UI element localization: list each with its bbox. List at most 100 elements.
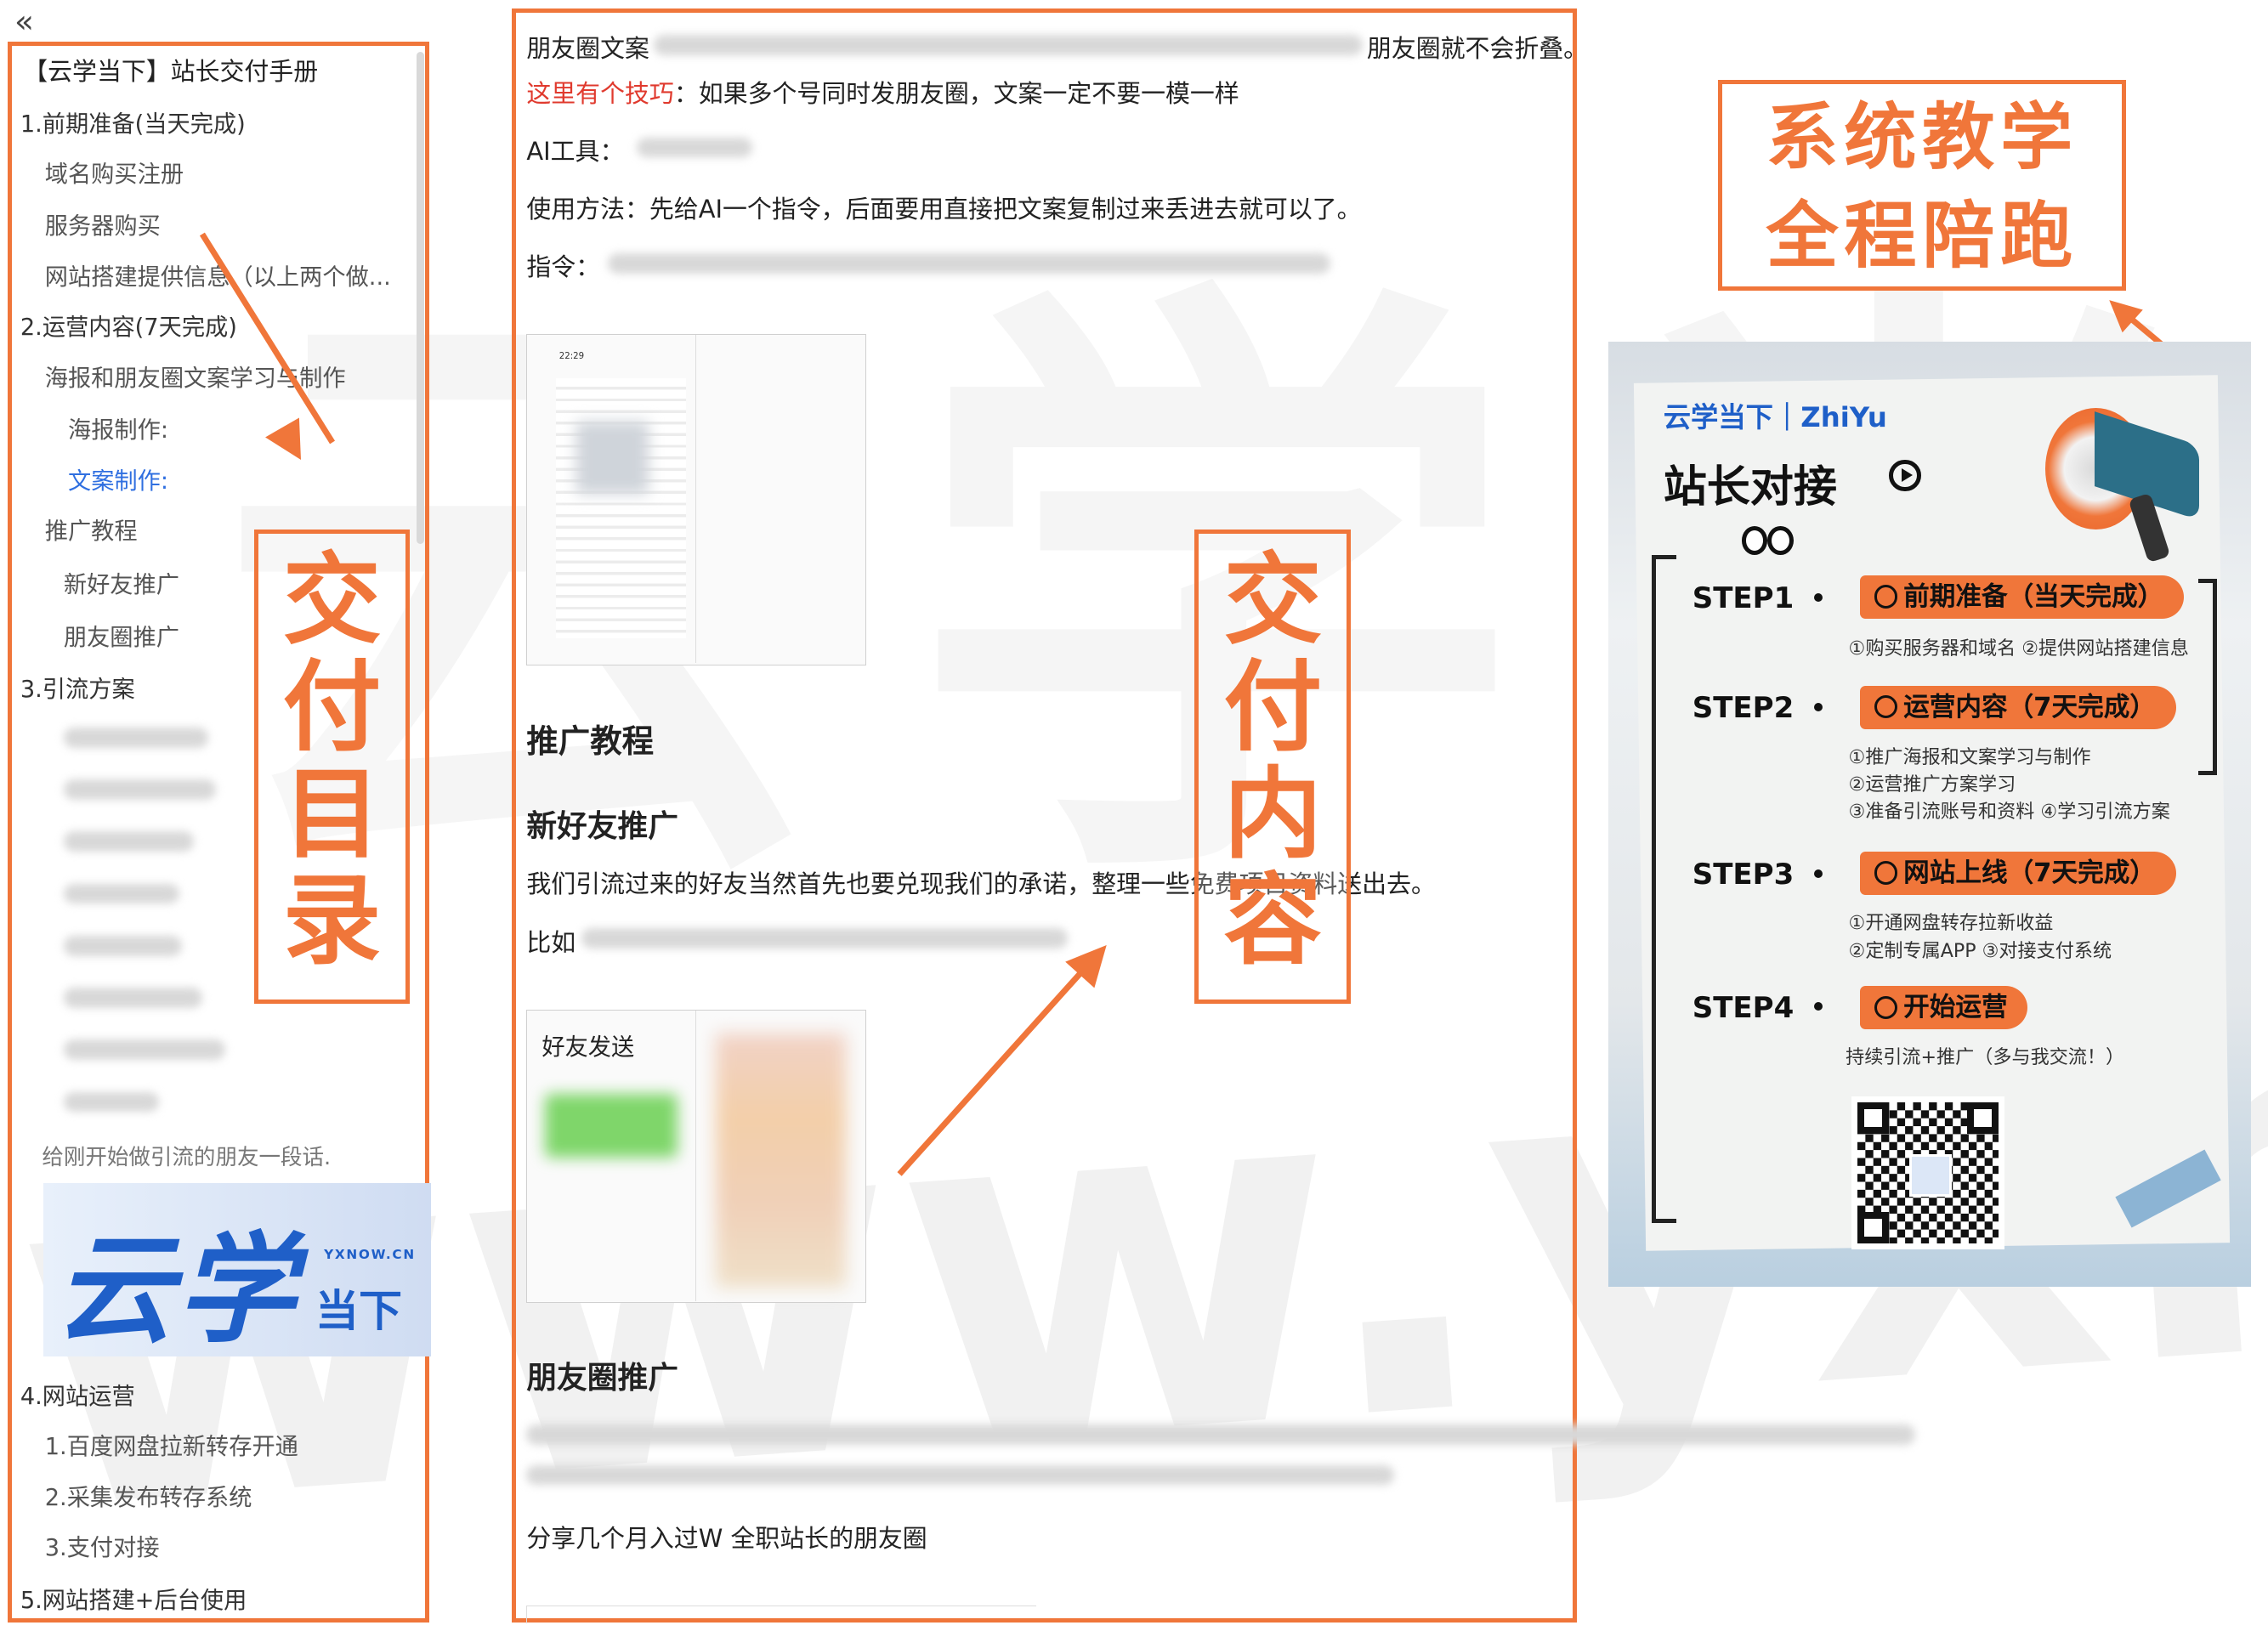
logo-main-text: 云学 — [54, 1220, 298, 1356]
eyes-icon — [1741, 526, 1800, 558]
step2-label: STEP2 — [1692, 691, 1795, 726]
bracket-right — [2198, 578, 2218, 775]
step3-title-text: 网站上线（7天完成） — [1903, 858, 2156, 889]
megaphone-icon — [2037, 394, 2219, 573]
doc-blurred-text — [654, 34, 1363, 55]
toc-item-operations[interactable]: 2.运营内容(7天完成) — [20, 308, 237, 342]
thumbnail-row-partial — [526, 1605, 1037, 1624]
toc-item-domain[interactable]: 域名购买注册 — [45, 155, 184, 189]
toc-blurred-item[interactable] — [63, 935, 183, 956]
toc-blurred-item[interactable] — [63, 988, 203, 1008]
bracket-left — [1652, 555, 1676, 1224]
toc-tail-text[interactable]: 给刚开始做引流的朋友一段话. — [42, 1140, 331, 1171]
toc-item-prep[interactable]: 1.前期准备(当天完成) — [20, 105, 246, 139]
step4-title: 开始运营 — [1860, 986, 2028, 1030]
toc-item-build[interactable]: 5.网站搭建+后台使用 — [20, 1581, 247, 1615]
toc-item-copywriting[interactable]: 文案制作: — [68, 462, 168, 496]
poster: 云学当下｜ZhiYu 站长对接 STEP1 前期准备（当天完成） ①购买服务器和… — [1608, 341, 2251, 1288]
toc-blurred-item[interactable] — [63, 1091, 160, 1113]
poster-brand: 云学当下｜ZhiYu — [1663, 401, 1887, 434]
toc-item-new-friend[interactable]: 新好友推广 — [64, 565, 179, 599]
step4-title-text: 开始运营 — [1903, 993, 2008, 1023]
chat-screenshot-thumbnail[interactable]: 22:29 — [526, 334, 867, 665]
callout-teaching-line1: 系统教学 — [1766, 96, 2079, 181]
toc-item-payment[interactable]: 3.支付对接 — [45, 1528, 160, 1562]
toc-item-traffic[interactable]: 3.引流方案 — [20, 670, 135, 704]
check-circle-icon — [1874, 995, 1898, 1019]
toc-scrollbar[interactable] — [417, 52, 424, 544]
play-circle-icon — [1889, 460, 1921, 492]
step2-dot — [1813, 702, 1823, 712]
callout-teaching-line2: 全程陪跑 — [1766, 195, 2079, 280]
step3-dot — [1813, 869, 1823, 878]
heading-moments: 朋友圈推广 — [526, 1360, 678, 1396]
blurred-image — [715, 1033, 846, 1288]
toc-item-moments[interactable]: 朋友圈推广 — [64, 618, 179, 652]
callout-toc: 交付目录 — [254, 529, 410, 1004]
step3-desc-2: ②定制专属APP ③对接支付系统 — [1848, 939, 2112, 962]
step4-label: STEP4 — [1692, 990, 1795, 1025]
toc-blurred-item[interactable] — [63, 727, 208, 748]
instruction-blurred — [607, 252, 1331, 274]
logo-small-text: 当下 — [315, 1286, 402, 1337]
step1-title-text: 前期准备（当天完成） — [1903, 582, 2164, 613]
poster-title: 站长对接 — [1663, 462, 1837, 513]
step2-desc-1: ①推广海报和文案学习与制作 — [1848, 745, 2091, 768]
toc-item-collect[interactable]: 2.采集发布转存系统 — [45, 1478, 252, 1512]
friend-send-thumbnail[interactable]: 好友发送 — [526, 1009, 867, 1304]
toc-item-poster[interactable]: 海报制作: — [68, 411, 168, 445]
phone-time: 22:29 — [558, 352, 585, 362]
toc-item-server[interactable]: 服务器购买 — [45, 207, 161, 241]
toc-blurred-item[interactable] — [63, 883, 179, 904]
toc-blurred-item[interactable] — [63, 1039, 226, 1061]
share-text: 分享几个月入过W 全职站长的朋友圈 — [526, 1523, 927, 1553]
check-circle-icon — [1874, 694, 1898, 718]
moments-blurred-2 — [526, 1464, 1395, 1486]
toc-item-site-ops[interactable]: 4.网站运营 — [20, 1377, 135, 1411]
heading-promo: 推广教程 — [526, 722, 655, 761]
phone-blur — [576, 422, 649, 495]
check-circle-icon — [1874, 585, 1898, 609]
step3-title: 网站上线（7天完成） — [1860, 852, 2176, 896]
tip-text: ：如果多个号同时发朋友圈，文案一定不要一模一样 — [673, 78, 1239, 108]
example-prefix: 比如 — [526, 927, 576, 957]
step4-desc: 持续引流+推广（多与我交流！） — [1846, 1046, 2125, 1069]
ai-tool-blurred — [636, 137, 752, 158]
tip-label: 这里有个技巧 — [526, 78, 674, 108]
moments-blurred-1 — [526, 1424, 1915, 1445]
instruction-label: 指令： — [526, 252, 601, 281]
step3-label: STEP3 — [1692, 857, 1795, 892]
step2-title: 运营内容（7天完成） — [1860, 685, 2176, 729]
step1-desc: ①购买服务器和域名 ②提供网站搭建信息 — [1848, 637, 2189, 660]
check-circle-icon — [1874, 861, 1898, 885]
example-blurred — [581, 928, 1068, 949]
step2-title-text: 运营内容（7天完成） — [1903, 692, 2156, 722]
callout-content: 交付内容 — [1194, 529, 1352, 1004]
toc-item-promo[interactable]: 推广教程 — [45, 512, 138, 546]
green-chat-bubble — [544, 1094, 678, 1158]
friend-send-label: 好友发送 — [541, 1034, 635, 1062]
divider — [695, 335, 697, 664]
doc-line1-suffix: 朋友圈就不会折叠。 — [1366, 34, 1589, 64]
divider — [695, 1010, 697, 1301]
toc-title[interactable]: 【云学当下】站长交付手册 — [23, 52, 318, 88]
heading-new-friend: 新好友推广 — [526, 809, 678, 845]
doc-line1-prefix: 朋友圈文案 — [526, 34, 649, 64]
toc-blurred-item[interactable] — [63, 779, 216, 800]
callout-teaching: 系统教学 全程陪跑 — [1718, 79, 2127, 291]
usage-text: 使用方法：先给AI一个指令，后面要用直接把文案复制过来丢进去就可以了。 — [526, 194, 1362, 224]
phone-chat-text — [556, 378, 687, 639]
step2-desc-3: ③准备引流账号和资料 ④学习引流方案 — [1848, 801, 2170, 824]
step2-desc-2: ②运营推广方案学习 — [1848, 773, 2016, 796]
double-chevron-left-icon[interactable]: « — [14, 3, 34, 40]
step1-title: 前期准备（当天完成） — [1860, 575, 2185, 620]
toc-blurred-item[interactable] — [63, 831, 194, 852]
logo-domain-text: YXNOW.CN — [324, 1246, 416, 1262]
step3-desc-1: ①开通网盘转存拉新收益 — [1848, 912, 2054, 935]
step1-label: STEP1 — [1692, 580, 1795, 615]
qr-code-icon — [1851, 1096, 2005, 1250]
yunxue-logo: 云学 当下 YXNOW.CN — [43, 1182, 432, 1356]
step1-dot — [1813, 592, 1823, 602]
toc-item-baidu[interactable]: 1.百度网盘拉新转存开通 — [45, 1427, 298, 1461]
ai-tool-label: AI工具： — [526, 136, 625, 166]
